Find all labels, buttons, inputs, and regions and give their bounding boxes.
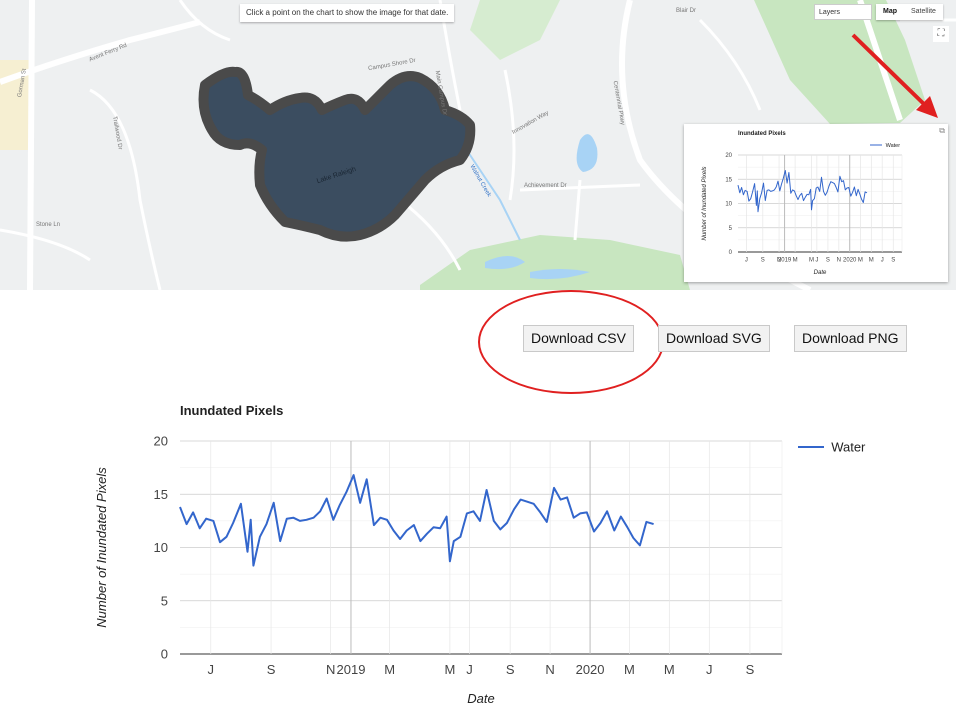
y-axis-label: Number of Inundated Pixels — [94, 467, 109, 628]
y-tick-label: 0 — [729, 250, 733, 256]
fullscreen-icon[interactable]: ⛶ — [933, 26, 949, 42]
park-area — [420, 235, 690, 290]
x-tick-label: S — [826, 258, 830, 264]
x-tick-label: N — [326, 662, 335, 677]
x-tick-label: 2019 — [778, 258, 792, 264]
x-axis-label: Date — [467, 691, 494, 706]
x-tick-label: N — [837, 258, 841, 264]
chart-title: Inundated Pixels — [738, 131, 786, 137]
x-tick-label: J — [815, 258, 818, 264]
x-tick-label: J — [745, 258, 748, 264]
download-png-button[interactable]: Download PNG — [794, 325, 907, 352]
series-line-water — [179, 474, 654, 567]
y-tick-label: 15 — [154, 487, 168, 502]
inset-chart-panel[interactable]: ⧉ Inundated Pixels 0 5 10 15 20 J S N 2019 M M J S N 20… — [684, 124, 948, 282]
pond — [576, 134, 598, 172]
x-tick-label: M — [664, 662, 675, 677]
download-csv-button[interactable]: Download CSV — [523, 325, 634, 352]
y-tick-label: 20 — [154, 434, 168, 449]
external-link-icon[interactable]: ⧉ — [939, 126, 945, 136]
main-chart-container: Inundated Pixels 0 5 10 15 20 J S N 2019 M M J S N 2020… — [0, 395, 956, 714]
x-tick-label: S — [891, 258, 895, 264]
chart-title: Inundated Pixels — [180, 403, 283, 418]
legend-label-water: Water — [831, 440, 866, 455]
x-tick-label: 2019 — [337, 662, 366, 677]
x-tick-label: M — [793, 258, 798, 264]
main-chart[interactable]: Inundated Pixels05101520J S N 2019 M M J S N 2020… — [0, 395, 956, 714]
x-tick-label: J — [208, 662, 215, 677]
map-hint-banner: Click a point on the chart to show the i… — [240, 4, 455, 22]
street-label: Achievement Dr — [524, 183, 567, 189]
x-tick-label: J — [881, 258, 884, 264]
x-tick-label: 2020 — [843, 258, 857, 264]
lake-raleigh-polygon — [198, 66, 476, 242]
x-tick-label: M — [858, 258, 863, 264]
x-tick-label: S — [506, 662, 515, 677]
x-tick-label: M — [869, 258, 874, 264]
inset-chart[interactable]: Inundated Pixels05101520J S N2019 M M J S N 2020… — [684, 124, 948, 282]
x-tick-label: M — [809, 258, 814, 264]
x-tick-label: S — [267, 662, 276, 677]
y-tick-label: 10 — [154, 540, 168, 555]
street-label: Stone Ln — [36, 222, 61, 228]
park-area — [470, 0, 560, 60]
y-tick-label: 0 — [161, 647, 168, 662]
x-tick-label: N — [545, 662, 554, 677]
x-axis-label: Date — [814, 270, 827, 276]
x-tick-label: J — [706, 662, 713, 677]
map-type-toggle[interactable]: Map Satellite — [876, 4, 943, 20]
download-toolbar: Download CSV Download SVG Download PNG — [0, 325, 956, 353]
x-tick-label: M — [444, 662, 455, 677]
y-axis-label: Number of Inundated Pixels — [702, 166, 708, 240]
x-tick-label: S — [746, 662, 755, 677]
map-view[interactable]: Avent Ferry Rd Gorman St Lake Raleigh Wa… — [0, 0, 956, 290]
x-tick-label: J — [466, 662, 473, 677]
legend-label-water: Water — [886, 143, 901, 149]
y-tick-label: 5 — [729, 226, 733, 232]
x-tick-label: M — [384, 662, 395, 677]
map-type-map-button[interactable]: Map — [876, 4, 904, 20]
y-tick-label: 5 — [161, 593, 168, 608]
y-tick-label: 20 — [725, 153, 732, 159]
x-tick-label: M — [624, 662, 635, 677]
download-svg-button[interactable]: Download SVG — [658, 325, 770, 352]
y-tick-label: 10 — [725, 202, 732, 208]
x-tick-label: 2020 — [576, 662, 605, 677]
map-type-satellite-button[interactable]: Satellite — [904, 4, 943, 20]
x-tick-label: S — [761, 258, 765, 264]
street-label: Blair Dr — [676, 8, 697, 14]
y-tick-label: 15 — [725, 177, 732, 183]
layers-select[interactable]: Layers — [814, 4, 872, 20]
